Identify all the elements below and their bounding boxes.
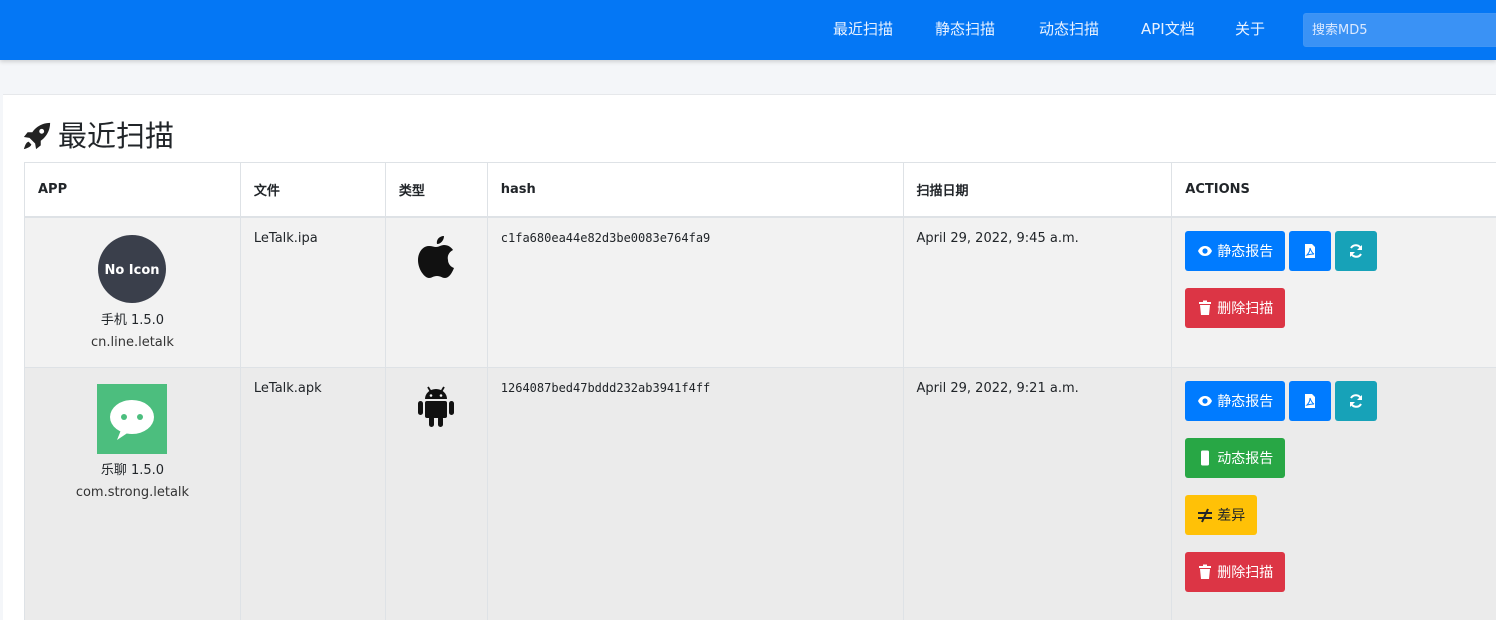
dynamic-report-button[interactable]: 动态报告 [1185, 438, 1286, 478]
rescan-button[interactable] [1335, 381, 1378, 421]
mobile-icon [1201, 450, 1210, 466]
rocket-icon [23, 122, 51, 150]
table-header-row: APP 文件 类型 hash 扫描日期 ACTIONS [24, 162, 1496, 218]
header-scan-date: 扫描日期 [902, 162, 1173, 218]
date-cell: April 29, 2022, 9:21 a.m. [902, 367, 1173, 620]
static-report-label: 静态报告 [1217, 243, 1274, 260]
refresh-icon [1350, 243, 1363, 258]
delete-scan-button[interactable]: 删除扫描 [1185, 287, 1286, 328]
header-hash: hash [486, 162, 904, 218]
app-name: 手机 1.5.0 [100, 312, 165, 328]
file-cell: LeTalk.ipa [239, 216, 386, 368]
nav-links: 最近扫描 静态扫描 动态扫描 API文档 关于 [0, 0, 1496, 60]
type-cell [384, 367, 488, 620]
app-cell: 乐聊 1.5.0 com.strong.letalk [24, 367, 241, 620]
page-title-text: 最近扫描 [58, 119, 175, 153]
app-icon-label: No Icon [105, 263, 160, 278]
static-report-button[interactable]: 静态报告 [1185, 381, 1286, 421]
dynamic-report-label: 动态报告 [1217, 451, 1274, 467]
actions-cell: 静态报告 删除扫描 [1171, 216, 1496, 368]
pdf-download-button[interactable] [1289, 230, 1332, 271]
nav-link-api-docs[interactable]: API文档 [1141, 19, 1195, 39]
app-package: com.strong.letalk [75, 485, 190, 500]
diff-label: 差异 [1217, 508, 1246, 524]
hash-cell: c1fa680ea44e82d3be0083e764fa9 [486, 216, 904, 368]
trash-icon [1199, 300, 1212, 315]
chat-app-icon [97, 384, 168, 454]
nav-link-static-scan[interactable]: 静态扫描 [935, 19, 995, 39]
header-file: 文件 [239, 162, 386, 218]
app-cell: No Icon 手机 1.5.0 cn.line.letalk [24, 216, 241, 368]
date-cell: April 29, 2022, 9:45 a.m. [902, 216, 1173, 368]
android-icon [418, 386, 455, 427]
table-row: No Icon 手机 1.5.0 cn.line.letalk LeTalk.i… [24, 216, 1496, 368]
actions-cell: 静态报告 动态报告 差异 删除扫描 [1171, 367, 1496, 620]
header-type: 类型 [384, 162, 488, 218]
delete-scan-button[interactable]: 删除扫描 [1185, 552, 1286, 592]
nav-link-about[interactable]: 关于 [1235, 19, 1265, 39]
page-title: 最近扫描 [22, 118, 174, 154]
recent-scans-table: APP 文件 类型 hash 扫描日期 ACTIONS No Icon 手机 1… [24, 162, 1496, 620]
pdf-download-button[interactable] [1289, 381, 1332, 421]
eye-icon [1198, 396, 1213, 406]
trash-icon [1199, 564, 1212, 579]
diff-button[interactable]: 差异 [1185, 495, 1258, 535]
static-report-button[interactable]: 静态报告 [1185, 230, 1286, 271]
delete-scan-label: 删除扫描 [1217, 565, 1274, 581]
table-row: 乐聊 1.5.0 com.strong.letalk LeTalk.apk 12… [24, 367, 1496, 620]
app-package: cn.line.letalk [90, 334, 174, 350]
not-equal-icon [1198, 508, 1213, 523]
eye-icon [1198, 245, 1213, 256]
nav-link-dynamic-scan[interactable]: 动态扫描 [1039, 19, 1099, 39]
header-actions: ACTIONS [1171, 162, 1496, 218]
refresh-icon [1350, 394, 1363, 408]
app-placeholder-icon: No Icon [98, 234, 167, 303]
file-pdf-icon [1305, 243, 1316, 258]
file-cell: LeTalk.apk [239, 367, 386, 620]
search-md5-input[interactable] [1303, 13, 1496, 47]
delete-scan-label: 删除扫描 [1217, 300, 1274, 317]
top-navbar: 最近扫描 静态扫描 动态扫描 API文档 关于 [0, 0, 1496, 60]
rescan-button[interactable] [1335, 230, 1378, 271]
app-name: 乐聊 1.5.0 [100, 463, 165, 478]
type-cell [384, 216, 488, 368]
static-report-label: 静态报告 [1217, 394, 1274, 410]
header-app: APP [24, 162, 241, 218]
hash-cell: 1264087bed47bddd232ab3941f4ff [486, 367, 904, 620]
nav-link-recent-scans[interactable]: 最近扫描 [833, 19, 893, 39]
file-pdf-icon [1305, 394, 1316, 408]
apple-icon [418, 235, 455, 278]
